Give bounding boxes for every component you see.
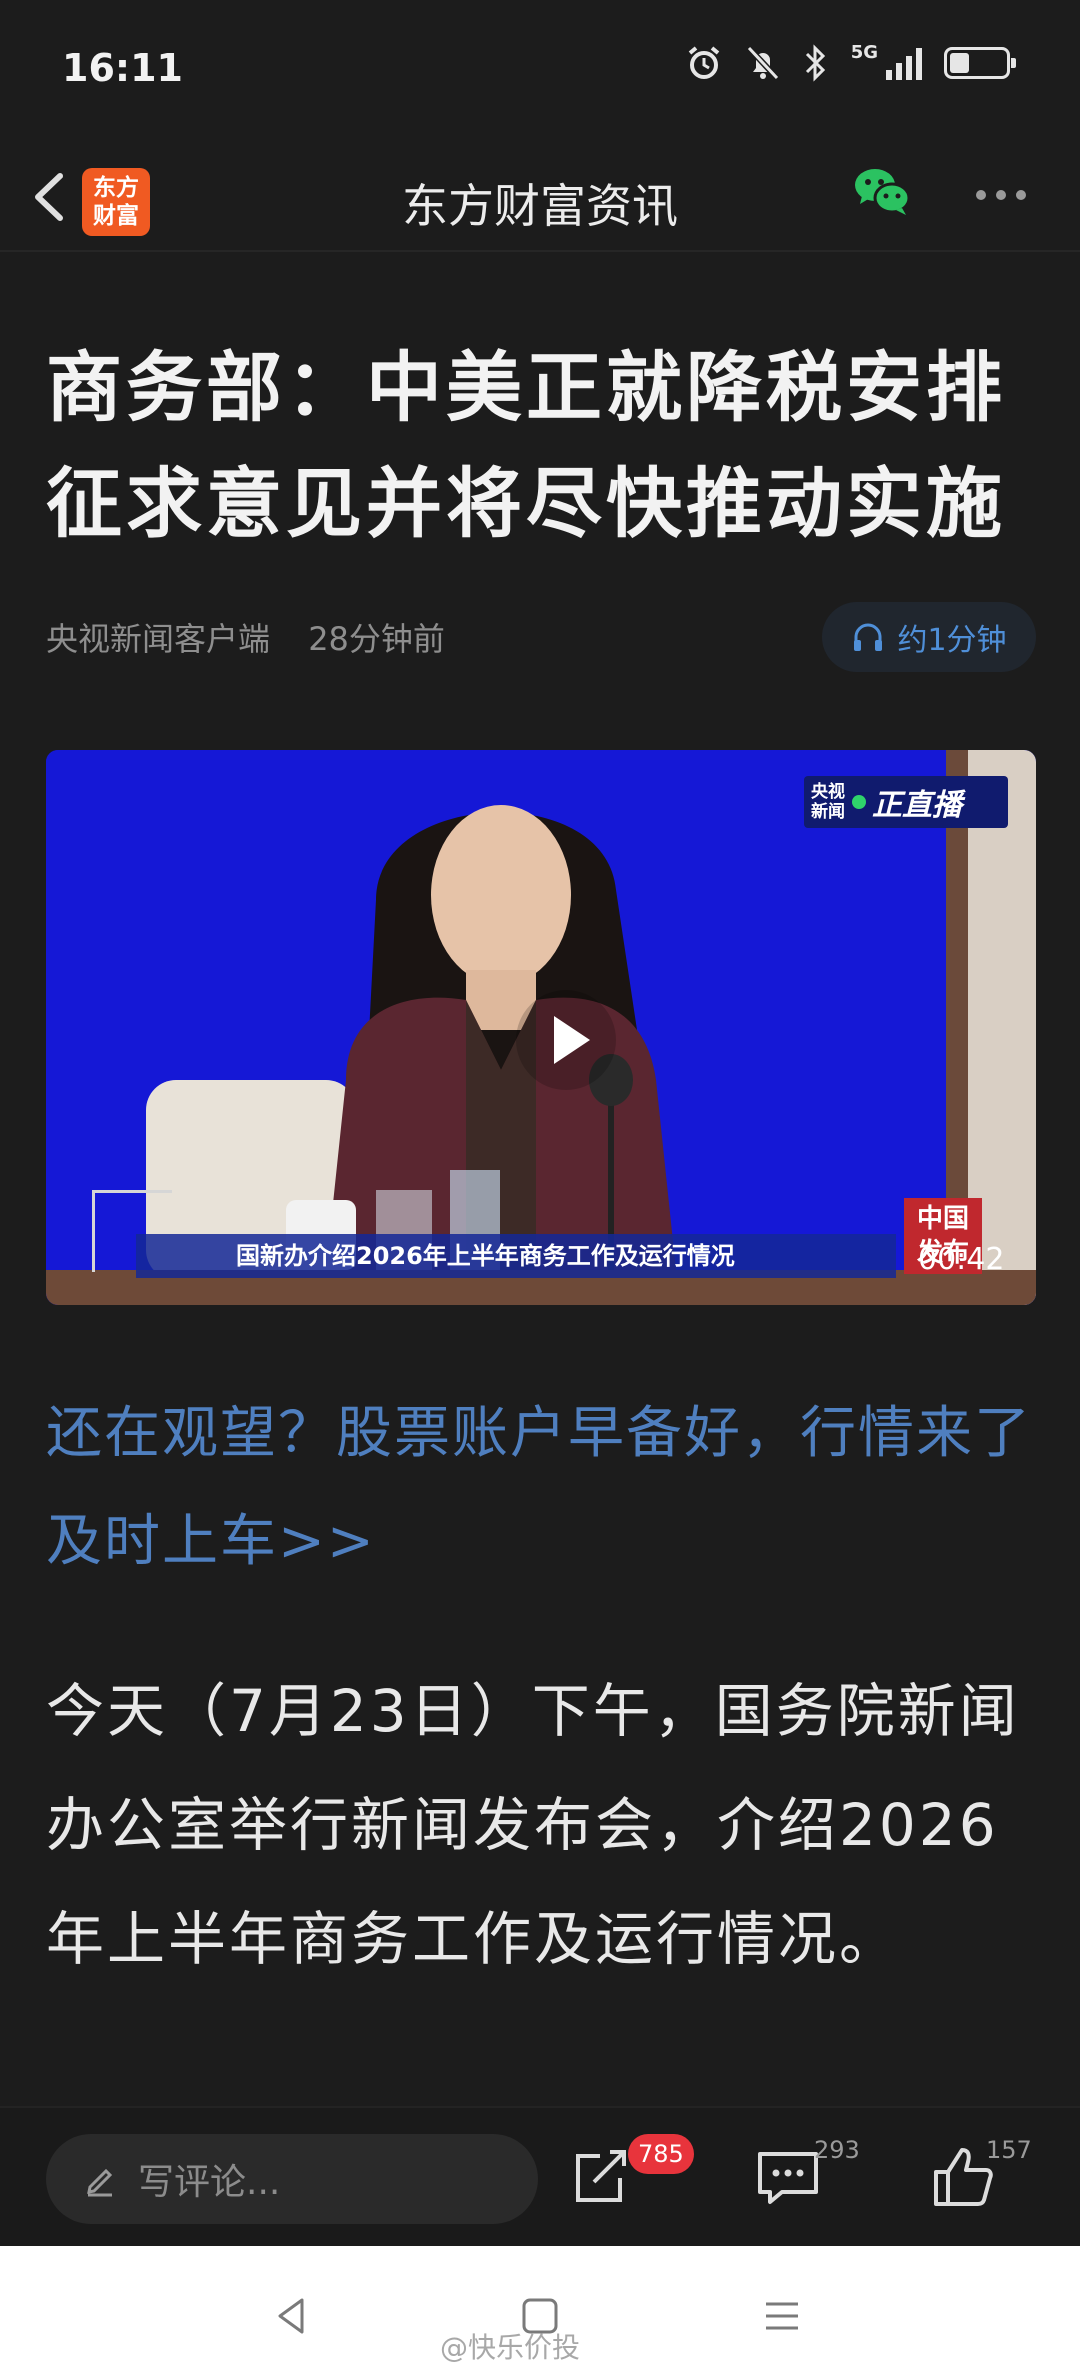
play-icon[interactable]	[516, 990, 616, 1090]
wechat-share-icon[interactable]	[848, 158, 916, 226]
network-type-label: 5G	[850, 42, 878, 63]
more-options-button[interactable]	[970, 180, 1032, 210]
listen-audio-button[interactable]: 约1分钟	[822, 602, 1036, 672]
comment-count: 293	[814, 2136, 860, 2164]
action-bar: 写评论... 785 293 157	[0, 2106, 1080, 2246]
like-count: 157	[986, 2136, 1032, 2164]
bluetooth-icon	[805, 44, 825, 82]
live-dot-icon	[852, 795, 866, 809]
live-badge-source-top: 央视	[811, 782, 845, 802]
system-nav-bar: @快乐价投	[0, 2246, 1080, 2377]
more-dot-icon	[1016, 190, 1026, 200]
article-meta: 央视新闻客户端 28分钟前	[46, 614, 445, 660]
battery-fill	[950, 53, 969, 73]
headphones-icon	[854, 623, 883, 651]
status-time: 16:11	[62, 46, 183, 90]
share-count-badge: 785	[628, 2134, 694, 2174]
live-badge: 央视 新闻 正直播	[804, 776, 1008, 828]
article-body-paragraph: 今天（7月23日）下午，国务院新闻办公室举行新闻发布会，介绍2026年上半年商务…	[46, 1677, 1020, 1973]
video-duration: 00:42	[918, 1242, 1005, 1277]
live-label: 正直播	[872, 788, 962, 823]
article-time: 28分钟前	[308, 620, 445, 658]
signal-icon	[886, 46, 922, 80]
battery-icon	[944, 47, 1016, 79]
video-player[interactable]: 央视 新闻 正直播 国新办介绍2026年上半年商务工作及运行情况 中国 发布 0…	[46, 750, 1036, 1305]
comment-input[interactable]: 写评论...	[46, 2134, 538, 2224]
header-title: 东方财富资讯	[402, 179, 678, 233]
app-header: 东方 财富 东方财富资讯	[0, 140, 1080, 252]
status-bar: 16:11 5G	[0, 0, 1080, 140]
article-source[interactable]: 央视新闻客户端	[46, 620, 270, 658]
alarm-icon	[688, 46, 719, 79]
mute-bell-icon	[746, 45, 779, 81]
nav-menu-icon[interactable]	[752, 2286, 812, 2346]
nav-back-icon[interactable]	[262, 2286, 322, 2346]
more-dot-icon	[996, 190, 1006, 200]
video-caption: 国新办介绍2026年上半年商务工作及运行情况	[136, 1234, 896, 1278]
comment-placeholder: 写评论...	[138, 2162, 281, 2203]
article-headline: 商务部：中美正就降税安排征求意见并将尽快推动实施	[46, 343, 1006, 548]
watermark: @快乐价投	[440, 2331, 581, 2364]
promo-link[interactable]: 还在观望？股票账户早备好，行情来了及时上车>>	[46, 1380, 1036, 1596]
status-icons: 5G	[685, 42, 1016, 82]
more-dot-icon	[976, 190, 986, 200]
live-badge-source-bottom: 新闻	[811, 802, 845, 822]
pencil-icon	[87, 2168, 113, 2197]
listen-duration-label: 约1分钟	[897, 623, 1007, 658]
live-badge-source: 央视 新闻	[804, 782, 852, 822]
